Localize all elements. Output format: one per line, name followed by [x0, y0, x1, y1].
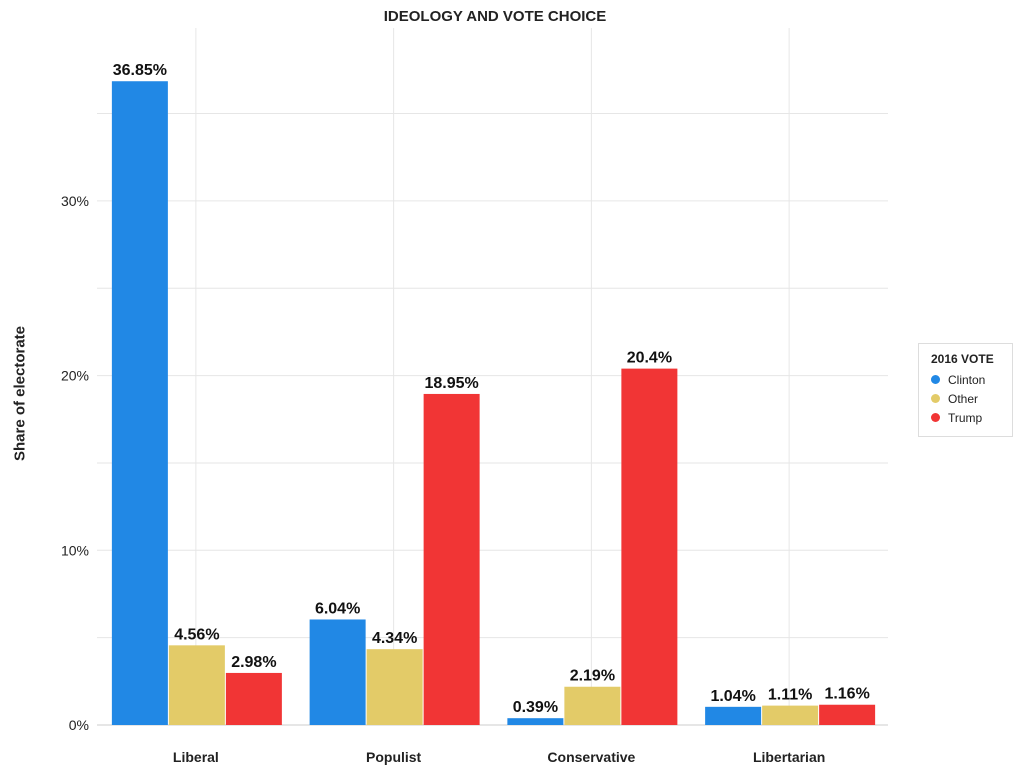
bar-other	[762, 705, 819, 725]
chart: IDEOLOGY AND VOTE CHOICE Share of electo…	[0, 0, 1024, 771]
bar-trump	[423, 393, 480, 725]
bar-clinton	[111, 81, 168, 726]
legend-item-clinton: Clinton	[931, 370, 1012, 389]
data-label: 1.11%	[768, 687, 812, 704]
plot-area: 0% 10% 20% 30% Liberal 36.85% 4.56% 2.98% Populi…	[61, 28, 888, 765]
data-label: 2.19%	[570, 668, 615, 685]
x-tick-label: Libertarian	[753, 749, 825, 765]
y-tick-label: 20%	[61, 368, 89, 384]
bar-other	[168, 645, 225, 725]
legend: 2016 VOTE Clinton Other Trump	[918, 343, 1013, 437]
data-label: 1.16%	[824, 686, 869, 703]
data-label: 36.85%	[113, 62, 167, 79]
legend-label: Trump	[948, 410, 983, 425]
data-label: 4.34%	[372, 630, 417, 647]
y-tick-label: 0%	[69, 717, 89, 733]
y-tick-label: 30%	[61, 193, 89, 209]
bar-clinton	[507, 718, 564, 725]
y-tick-label: 10%	[61, 542, 89, 558]
bar-clinton	[705, 706, 762, 725]
x-tick-label: Liberal	[173, 749, 219, 765]
legend-label: Other	[948, 391, 979, 406]
bar-trump	[621, 368, 678, 725]
legend-dot	[931, 394, 940, 403]
legend-item-trump: Trump	[931, 408, 1012, 427]
data-label: 20.4%	[627, 350, 672, 367]
bar-trump	[225, 672, 282, 725]
data-label: 0.39%	[513, 699, 558, 716]
legend-dot	[931, 413, 940, 422]
legend-label: Clinton	[948, 372, 986, 387]
x-tick-label: Conservative	[547, 749, 635, 765]
data-label: 1.04%	[710, 688, 755, 705]
data-label: 6.04%	[315, 600, 360, 617]
legend-item-other: Other	[931, 389, 1012, 408]
legend-title: 2016 VOTE	[931, 352, 994, 366]
bar-clinton	[309, 619, 366, 725]
x-tick-label: Populist	[366, 749, 422, 765]
bar-trump	[819, 704, 876, 725]
legend-dot	[931, 375, 940, 384]
data-label: 4.56%	[174, 626, 219, 643]
bar-other	[366, 649, 423, 725]
data-label: 18.95%	[424, 375, 478, 392]
bar-other	[564, 686, 621, 725]
data-label: 2.98%	[231, 654, 276, 671]
